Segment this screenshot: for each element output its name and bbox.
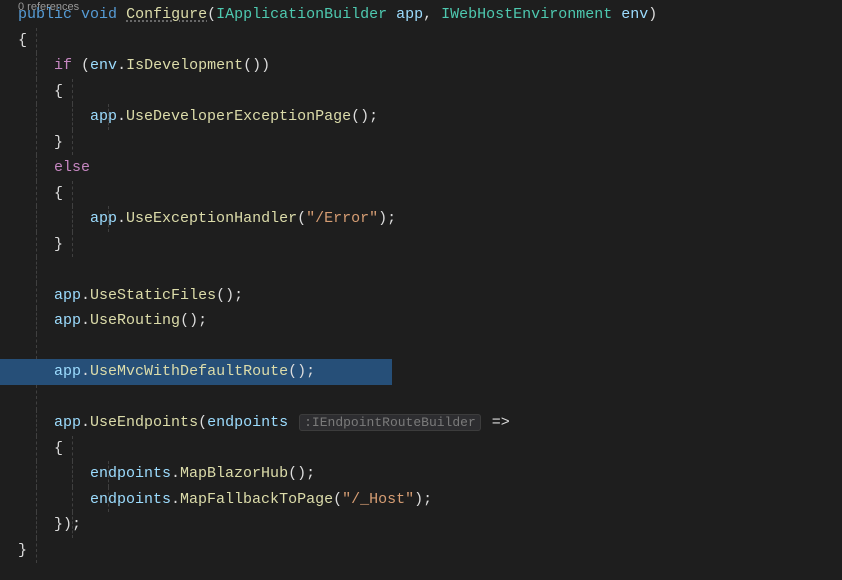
code-line-17[interactable]: app.UseEndpoints(endpoints :IEndpointRou… bbox=[18, 410, 842, 436]
code-line-9[interactable]: app.UseExceptionHandler("/Error"); bbox=[18, 206, 842, 232]
code-line-14[interactable] bbox=[18, 334, 842, 360]
indent bbox=[18, 312, 54, 329]
ident-env: env bbox=[90, 57, 117, 74]
ident-endpoints: endpoints bbox=[90, 465, 171, 482]
ident-app: app bbox=[54, 287, 81, 304]
ident-app: app bbox=[54, 312, 81, 329]
dot: . bbox=[117, 108, 126, 125]
dot: . bbox=[117, 57, 126, 74]
brace-close: } bbox=[18, 236, 63, 253]
string-error: "/Error" bbox=[306, 210, 378, 227]
code-line-16[interactable] bbox=[18, 385, 842, 411]
brace-open: { bbox=[18, 83, 63, 100]
method-usedeveloperexceptionpage: UseDeveloperExceptionPage bbox=[126, 108, 351, 125]
type-iapplicationbuilder: IApplicationBuilder bbox=[216, 6, 387, 23]
dot: . bbox=[81, 287, 90, 304]
ident-app: app bbox=[90, 108, 117, 125]
code-line-10[interactable]: } bbox=[18, 232, 842, 258]
method-useendpoints: UseEndpoints bbox=[90, 414, 198, 431]
keyword-void: void bbox=[81, 6, 117, 23]
keyword-public: public bbox=[18, 6, 72, 23]
dot: . bbox=[81, 363, 90, 380]
code-line-21[interactable]: }); bbox=[18, 512, 842, 538]
dot: . bbox=[117, 210, 126, 227]
code-line-8[interactable]: { bbox=[18, 181, 842, 207]
code-line-1[interactable]: public void Configure(IApplicationBuilde… bbox=[18, 2, 842, 28]
code-line-6[interactable]: } bbox=[18, 130, 842, 156]
indent bbox=[18, 108, 90, 125]
indent bbox=[18, 363, 54, 380]
param-endpoints: endpoints bbox=[207, 414, 288, 431]
call: (); bbox=[216, 287, 243, 304]
method-isdevelopment: IsDevelopment bbox=[126, 57, 243, 74]
code-line-13[interactable]: app.UseRouting(); bbox=[18, 308, 842, 334]
code-line-18[interactable]: { bbox=[18, 436, 842, 462]
code-line-15[interactable]: app.UseMvcWithDefaultRoute(); bbox=[18, 359, 842, 385]
ident-app: app bbox=[54, 414, 81, 431]
method-mapfallbacktopage: MapFallbackToPage bbox=[180, 491, 333, 508]
brace-open: { bbox=[18, 32, 27, 49]
brace-open: { bbox=[18, 440, 63, 457]
code-line-22[interactable]: } bbox=[18, 538, 842, 564]
method-userouting: UseRouting bbox=[90, 312, 180, 329]
code-editor[interactable]: 0 references public void Configure(IAppl… bbox=[0, 2, 842, 563]
method-mapblazorhub: MapBlazorHub bbox=[180, 465, 288, 482]
code-line-12[interactable]: app.UseStaticFiles(); bbox=[18, 283, 842, 309]
selection-highlight: app.UseMvcWithDefaultRoute(); bbox=[18, 359, 317, 385]
string-host: "/_Host" bbox=[342, 491, 414, 508]
ident-endpoints: endpoints bbox=[90, 491, 171, 508]
dot: . bbox=[81, 414, 90, 431]
paren-open: ( bbox=[198, 414, 207, 431]
param-env: env bbox=[621, 6, 648, 23]
code-line-20[interactable]: endpoints.MapFallbackToPage("/_Host"); bbox=[18, 487, 842, 513]
code-line-4[interactable]: { bbox=[18, 79, 842, 105]
brace-open: { bbox=[18, 185, 63, 202]
call: (); bbox=[351, 108, 378, 125]
paren-open: ( bbox=[333, 491, 342, 508]
code-line-2[interactable]: { bbox=[18, 28, 842, 54]
dot: . bbox=[171, 465, 180, 482]
brace-close: }); bbox=[18, 516, 81, 533]
call-close: ()) bbox=[243, 57, 270, 74]
code-line-19[interactable]: endpoints.MapBlazorHub(); bbox=[18, 461, 842, 487]
ident-app: app bbox=[54, 363, 81, 380]
paren: ( bbox=[72, 57, 90, 74]
paren-open: ( bbox=[207, 6, 216, 23]
keyword-else: else bbox=[54, 159, 90, 176]
dot: . bbox=[81, 312, 90, 329]
code-line-3[interactable]: if (env.IsDevelopment()) bbox=[18, 53, 842, 79]
call: (); bbox=[288, 363, 315, 380]
call: (); bbox=[288, 465, 315, 482]
type-iwebhostenvironment: IWebHostEnvironment bbox=[441, 6, 612, 23]
method-useexceptionhandler: UseExceptionHandler bbox=[126, 210, 297, 227]
brace-close: } bbox=[18, 542, 27, 559]
ident-app: app bbox=[90, 210, 117, 227]
indent bbox=[18, 210, 90, 227]
method-usestaticfiles: UseStaticFiles bbox=[90, 287, 216, 304]
indent bbox=[18, 159, 54, 176]
paren-close: ); bbox=[414, 491, 432, 508]
brace-close: } bbox=[18, 134, 63, 151]
paren-close: ); bbox=[378, 210, 396, 227]
indent bbox=[18, 414, 54, 431]
param-app: app bbox=[396, 6, 423, 23]
paren-open: ( bbox=[297, 210, 306, 227]
indent bbox=[18, 465, 90, 482]
paren-close: ) bbox=[648, 6, 657, 23]
code-line-7[interactable]: else bbox=[18, 155, 842, 181]
lambda-arrow: => bbox=[483, 414, 510, 431]
comma: , bbox=[423, 6, 441, 23]
indent bbox=[18, 287, 54, 304]
indent bbox=[18, 491, 90, 508]
keyword-if: if bbox=[54, 57, 72, 74]
code-line-11[interactable] bbox=[18, 257, 842, 283]
method-usemvcwithdefaultroute: UseMvcWithDefaultRoute bbox=[90, 363, 288, 380]
call: (); bbox=[180, 312, 207, 329]
dot: . bbox=[171, 491, 180, 508]
code-line-5[interactable]: app.UseDeveloperExceptionPage(); bbox=[18, 104, 842, 130]
method-name-configure: Configure bbox=[126, 6, 207, 23]
inline-hint-type: :IEndpointRouteBuilder bbox=[299, 414, 481, 431]
